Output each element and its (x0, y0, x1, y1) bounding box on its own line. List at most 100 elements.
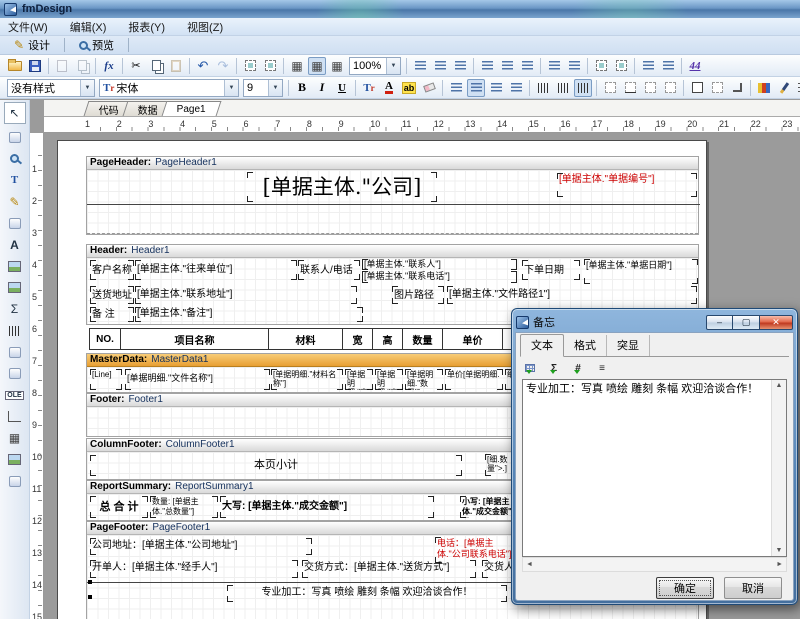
clear-format-button[interactable] (420, 79, 438, 97)
border-bottom-button[interactable] (621, 79, 639, 97)
insert-format-button[interactable]: # (570, 360, 586, 376)
slogan-field[interactable]: 专业加工：写真 喷绘 雕刻 条幅 欢迎洽谈合作！ (227, 585, 507, 602)
diagram-tool[interactable] (4, 215, 26, 232)
align-tops-button[interactable] (478, 57, 496, 75)
insert-field-button[interactable] (522, 360, 538, 376)
tab-format[interactable]: 格式 (564, 335, 607, 356)
frame-corner-button[interactable] (728, 79, 746, 97)
md-line-field[interactable]: [Line] (90, 369, 122, 390)
note-field[interactable]: [单据主体."备注"] (135, 307, 363, 322)
selection-handle[interactable] (88, 595, 92, 599)
tab-highlight[interactable]: 突显 (607, 335, 650, 356)
richtext-object[interactable] (4, 279, 26, 296)
band-pageheader[interactable]: PageHeader: PageHeader1 [单据主体."公司] [单据主体… (86, 156, 699, 235)
font-style-button[interactable]: Tr (360, 79, 378, 97)
font-dialog-button[interactable]: 44 (686, 57, 704, 75)
address-label[interactable]: 送货地址 (90, 286, 134, 304)
total-qty-cell[interactable]: 数量: [单据主体."总数量"] (150, 496, 218, 518)
zoom-tool[interactable] (4, 150, 26, 167)
hand-tool[interactable] (4, 129, 26, 146)
valign-bottom-button[interactable] (574, 79, 592, 97)
memo-dialog[interactable]: 备忘 – ▢ ✕ 文本 格式 突显 Σ # ≡ 专业加工：写真 喷绘 雕刻 条幅… (511, 308, 798, 605)
col-height[interactable]: 高 (372, 328, 403, 350)
md-price-field[interactable]: 单价[单据明细. (445, 369, 503, 390)
fill-color-button[interactable] (755, 79, 773, 97)
cancel-button[interactable]: 取消 (724, 577, 782, 599)
maker-field[interactable]: 开单人：[单据主体."经手人"] (90, 560, 298, 578)
band-pageheader-bar[interactable]: PageHeader: PageHeader1 (87, 157, 698, 170)
note-label[interactable]: 备 注 (90, 307, 134, 322)
highlight-button[interactable]: ab (400, 79, 418, 97)
text-align-center-button[interactable] (467, 79, 485, 97)
col-name[interactable]: 项目名称 (120, 328, 269, 350)
menu-edit[interactable]: 编辑(X) (70, 19, 107, 35)
font-color-button[interactable]: A (380, 79, 398, 97)
tab-text[interactable]: 文本 (520, 334, 564, 357)
band-header-bar[interactable]: Header: Header1 (87, 245, 698, 258)
line-color-button[interactable] (775, 79, 793, 97)
text-cursor-tool[interactable]: T (4, 172, 26, 189)
close-button[interactable]: ✕ (760, 315, 793, 330)
menu-report[interactable]: 报表(Y) (128, 19, 165, 35)
font-select[interactable]: Tr 宋体 ▼ (99, 79, 239, 97)
barcode-object[interactable] (4, 322, 26, 339)
scroll-up-icon[interactable]: ▲ (776, 382, 783, 389)
contact-label[interactable]: 联系人/电话 (298, 260, 360, 280)
align-grid-button[interactable]: ▦ (328, 57, 346, 75)
center-vertically-button[interactable] (612, 57, 630, 75)
style-select[interactable]: 没有样式 ▼ (7, 79, 95, 97)
page-subtotal-cell[interactable]: 本页小计 (90, 455, 462, 476)
align-right-edges-button[interactable] (451, 57, 469, 75)
memo-vertical-scrollbar[interactable]: ▲ ▼ (771, 380, 786, 556)
md-name-field[interactable]: [单据明细."文件名称"] (125, 369, 270, 390)
ungroup-button[interactable] (261, 57, 279, 75)
menu-file[interactable]: 文件(W) (8, 19, 48, 35)
font-size-select[interactable]: 9 ▼ (243, 79, 283, 97)
save-button[interactable] (26, 57, 44, 75)
titlebar[interactable]: fmDesign (0, 0, 800, 18)
scroll-left-icon[interactable]: ◄ (526, 561, 533, 568)
col-qty[interactable]: 数量 (402, 328, 443, 350)
redo-button[interactable]: ↷ (214, 57, 232, 75)
text-align-justify-button[interactable] (507, 79, 525, 97)
frame-dotted-button[interactable] (708, 79, 726, 97)
tab-design[interactable]: ✎ 设计 (8, 37, 56, 54)
header-line-object[interactable] (87, 204, 700, 205)
amount-num-cell[interactable]: 小写: [单据主体."成交金额"] 元 (460, 496, 518, 518)
frame-outer-button[interactable] (688, 79, 706, 97)
text-align-right-button[interactable] (487, 79, 505, 97)
order-date-label[interactable]: 下单日期 (522, 260, 580, 280)
order-date-field[interactable]: [单据主体."单据日期"] (584, 259, 698, 284)
italic-button[interactable]: I (313, 79, 331, 97)
same-height-button[interactable] (659, 57, 677, 75)
group-button[interactable] (241, 57, 259, 75)
undo-button[interactable]: ↶ (194, 57, 212, 75)
expression-object[interactable]: Σ (4, 301, 26, 318)
h-ruler[interactable]: 1234567891011121314151617181920212223 (44, 117, 800, 133)
text-align-left-button[interactable] (447, 79, 465, 97)
md-height-field[interactable]: [单据明细."高"] (375, 369, 403, 390)
company-address-field[interactable]: 公司地址：[单据主体."公司地址"] (90, 538, 312, 555)
md-qty-field[interactable]: [单据明细."数量"] (405, 369, 443, 390)
menu-view[interactable]: 视图(Z) (187, 19, 223, 35)
minimize-button[interactable]: – (706, 315, 733, 330)
expression-button[interactable]: fx (100, 57, 118, 75)
border-inner-button[interactable] (641, 79, 659, 97)
customer-label[interactable]: 客户名称 (90, 260, 134, 280)
calendar-object[interactable] (4, 451, 26, 468)
contact-phone-field[interactable]: [单据主体."联系电话"] (362, 271, 517, 283)
format-painter-tool[interactable]: ✎ (4, 193, 26, 210)
band-pageheader-content[interactable]: [单据主体."公司] [单据主体."单据编号"] (87, 170, 698, 234)
panel-object[interactable] (4, 344, 26, 361)
bold-button[interactable]: B (293, 79, 311, 97)
align-bottoms-button[interactable] (518, 57, 536, 75)
text-object[interactable]: A (4, 236, 26, 253)
shape-object[interactable] (4, 365, 26, 382)
word-wrap-button[interactable]: ≡ (594, 360, 610, 376)
col-no[interactable]: NO. (89, 328, 121, 350)
memo-horizontal-scrollbar[interactable]: ◄ ► (522, 557, 787, 572)
col-material[interactable]: 材料 (268, 328, 343, 350)
picture-object[interactable] (4, 258, 26, 275)
paste-button[interactable] (167, 57, 185, 75)
maximize-button[interactable]: ▢ (733, 315, 760, 330)
